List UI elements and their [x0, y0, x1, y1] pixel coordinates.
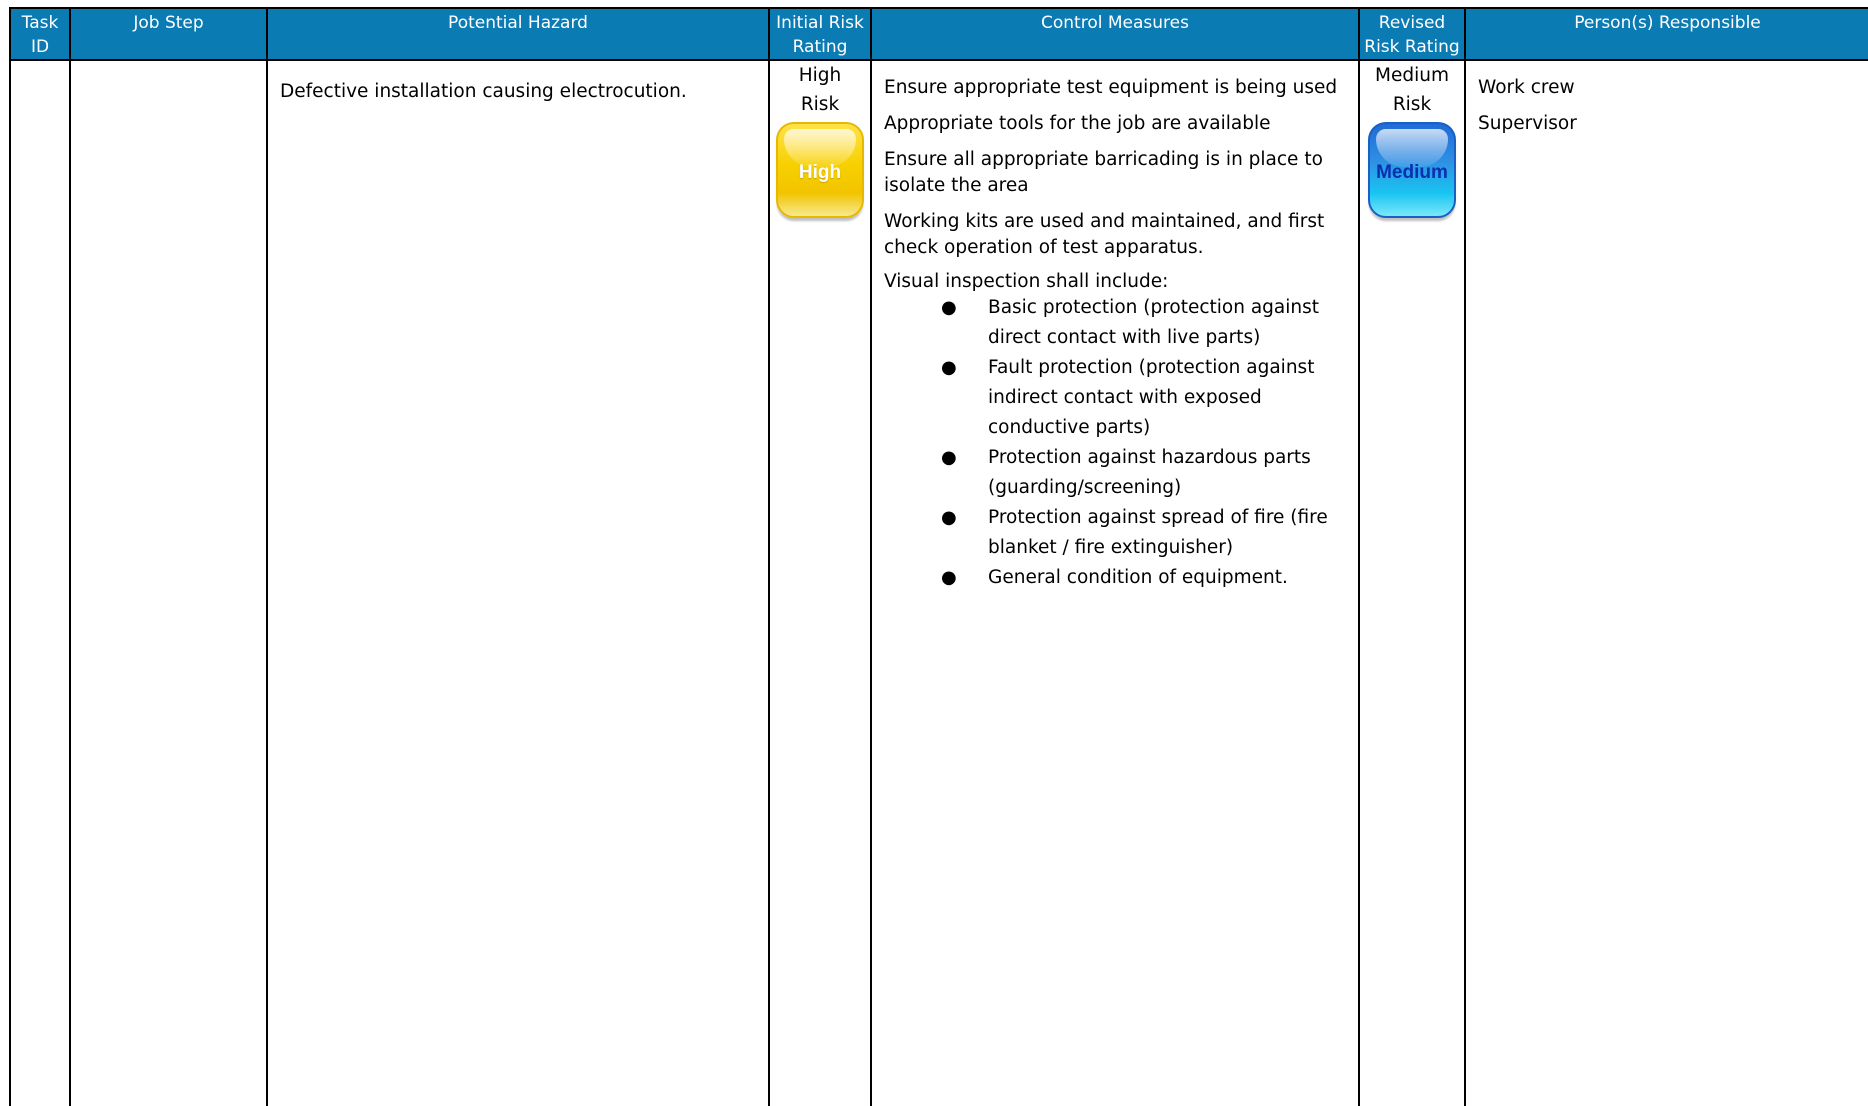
bullet-icon: ● — [941, 297, 957, 318]
high-risk-badge-icon: High — [776, 122, 864, 218]
header-control-measures: Control Measures — [870, 7, 1360, 61]
initial-risk-label-line2: Risk — [800, 94, 840, 115]
list-item-text: Protection against spread of fire (fire … — [988, 507, 1328, 558]
initial-risk-cell: High Risk High — [768, 59, 872, 1106]
header-persons-responsible: Person(s) Responsible — [1464, 7, 1868, 61]
job-step-cell — [69, 59, 268, 1106]
risk-assessment-page: Task ID Job Step Potential Hazard Initia… — [0, 0, 1868, 1106]
visual-inspection-list: ● Basic protection (protection against di… — [884, 293, 1346, 593]
person-responsible: Supervisor — [1478, 113, 1577, 134]
task-id-cell — [9, 59, 71, 1106]
table-row: Defective installation causing electrocu… — [9, 59, 1868, 1106]
list-item-text: General condition of equipment. — [988, 567, 1288, 588]
control-measure-item: Appropriate tools for the job are availa… — [884, 113, 1271, 134]
header-revised-risk-rating: Revised Risk Rating — [1358, 7, 1466, 61]
visual-inspection-title: Visual inspection shall include: — [884, 271, 1169, 292]
list-item: ● General condition of equipment. — [884, 563, 1346, 593]
list-item-text: Protection against hazardous parts (guar… — [988, 447, 1311, 498]
list-item: ● Fault protection (protection against in… — [884, 353, 1346, 443]
bullet-icon: ● — [941, 357, 957, 378]
bullet-icon: ● — [941, 447, 957, 468]
list-item: ● Protection against spread of fire (fire… — [884, 503, 1346, 563]
revised-risk-cell: Medium Risk Medium — [1358, 59, 1466, 1106]
persons-responsible-cell: Work crew Supervisor — [1464, 59, 1868, 1106]
potential-hazard-text: Defective installation causing electrocu… — [280, 81, 687, 102]
revised-risk-label-line1: Medium — [1375, 65, 1449, 86]
control-measure-item: Ensure appropriate test equipment is bei… — [884, 77, 1338, 98]
header-potential-hazard: Potential Hazard — [266, 7, 770, 61]
initial-risk-label-line1: High — [798, 65, 842, 86]
header-job-step: Job Step — [69, 7, 268, 61]
bullet-icon: ● — [941, 567, 957, 588]
list-item: ● Basic protection (protection against di… — [884, 293, 1346, 353]
potential-hazard-cell: Defective installation causing electrocu… — [266, 59, 770, 1106]
list-item-text: Fault protection (protection against ind… — [988, 357, 1315, 438]
bullet-icon: ● — [941, 507, 957, 528]
header-task-id: Task ID — [9, 7, 71, 61]
header-initial-risk-rating: Initial Risk Rating — [768, 7, 872, 61]
control-measure-item: Ensure all appropriate barricading is in… — [884, 149, 1323, 196]
revised-risk-label-line2: Risk — [1392, 94, 1432, 115]
risk-assessment-table: Task ID Job Step Potential Hazard Initia… — [9, 7, 1868, 1106]
high-risk-badge-text: High — [798, 162, 842, 183]
header-row: Task ID Job Step Potential Hazard Initia… — [9, 7, 1868, 61]
list-item: ● Protection against hazardous parts (gua… — [884, 443, 1346, 503]
control-measures-cell: Ensure appropriate test equipment is bei… — [870, 59, 1360, 1106]
medium-risk-badge-text: Medium — [1376, 162, 1448, 183]
list-item-text: Basic protection (protection against dir… — [988, 297, 1320, 348]
medium-risk-badge-icon: Medium — [1368, 122, 1456, 218]
control-measure-item: Working kits are used and maintained, an… — [884, 211, 1325, 258]
person-responsible: Work crew — [1478, 77, 1575, 98]
